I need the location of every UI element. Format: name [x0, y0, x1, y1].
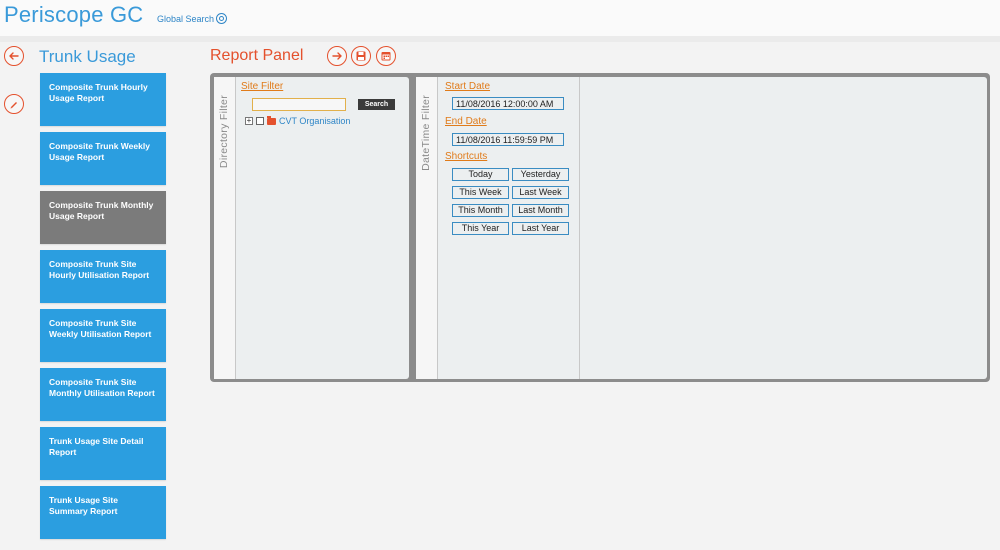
- schedule-report-button[interactable]: [376, 46, 396, 66]
- global-search-label: Global Search: [157, 13, 215, 24]
- shortcut-yesterday-button[interactable]: Yesterday: [512, 168, 569, 181]
- report-panel-title: Report Panel: [210, 47, 304, 64]
- arrow-left-icon: [9, 52, 19, 60]
- edit-button[interactable]: [4, 94, 24, 114]
- app-title: Periscope GC: [4, 2, 144, 27]
- report-list: Composite Trunk Hourly Usage Report Comp…: [40, 73, 166, 545]
- shortcut-today-button[interactable]: Today: [452, 168, 509, 181]
- pencil-icon: [10, 102, 17, 109]
- run-report-button[interactable]: [327, 46, 347, 66]
- floppy-disk-icon: [356, 51, 366, 61]
- folder-icon: [267, 115, 276, 125]
- directory-filter-tab-label: Directory Filter: [218, 95, 230, 169]
- report-tile-composite-trunk-monthly-usage[interactable]: Composite Trunk Monthly Usage Report: [40, 191, 166, 244]
- shortcut-last-month-button[interactable]: Last Month: [512, 204, 569, 217]
- report-tile-composite-trunk-hourly-usage[interactable]: Composite Trunk Hourly Usage Report: [40, 73, 166, 126]
- tree-node-label[interactable]: CVT Organisation: [279, 116, 350, 126]
- shortcut-this-month-button[interactable]: This Month: [452, 204, 509, 217]
- tree-expand-icon[interactable]: +: [245, 117, 253, 125]
- magnifier-icon: [216, 13, 228, 24]
- datetime-filter-tab-label: DateTime Filter: [420, 95, 432, 171]
- datetime-filter: DateTime Filter Start Date End Date Shor…: [416, 77, 987, 379]
- app-header: Periscope GC Global Search: [0, 0, 1000, 36]
- directory-filter: Directory Filter Site Filter Search + CV…: [214, 77, 409, 379]
- start-date-label[interactable]: Start Date: [445, 81, 490, 92]
- global-search-link[interactable]: Global Search: [157, 13, 228, 24]
- tree-node-cvt-organisation: + CVT Organisation: [245, 115, 350, 126]
- report-tile-composite-trunk-weekly-usage[interactable]: Composite Trunk Weekly Usage Report: [40, 132, 166, 185]
- arrow-right-icon: [332, 52, 342, 60]
- shortcut-this-week-button[interactable]: This Week: [452, 186, 509, 199]
- site-search-button[interactable]: Search: [358, 99, 395, 110]
- shortcut-last-year-button[interactable]: Last Year: [512, 222, 569, 235]
- calendar-icon: [381, 52, 391, 61]
- report-tile-composite-trunk-site-monthly-utilisation[interactable]: Composite Trunk Site Monthly Utilisation…: [40, 368, 166, 421]
- start-date-input[interactable]: [452, 97, 564, 110]
- shortcuts-label[interactable]: Shortcuts: [445, 151, 487, 162]
- shortcut-last-week-button[interactable]: Last Week: [512, 186, 569, 199]
- datetime-filter-tab[interactable]: DateTime Filter: [416, 77, 438, 379]
- end-date-label[interactable]: End Date: [445, 116, 487, 127]
- datetime-controls: Start Date End Date Shortcuts Today Yest…: [440, 77, 580, 379]
- tree-checkbox[interactable]: [256, 117, 264, 125]
- site-search-input[interactable]: [252, 98, 346, 111]
- back-button[interactable]: [4, 46, 24, 66]
- site-filter-label[interactable]: Site Filter: [241, 81, 283, 92]
- directory-filter-tab[interactable]: Directory Filter: [214, 77, 236, 379]
- save-report-button[interactable]: [351, 46, 371, 66]
- section-title: Trunk Usage: [39, 47, 136, 66]
- report-tile-composite-trunk-site-weekly-utilisation[interactable]: Composite Trunk Site Weekly Utilisation …: [40, 309, 166, 362]
- report-tile-composite-trunk-site-hourly-utilisation[interactable]: Composite Trunk Site Hourly Utilisation …: [40, 250, 166, 303]
- end-date-input[interactable]: [452, 133, 564, 146]
- shortcut-this-year-button[interactable]: This Year: [452, 222, 509, 235]
- header-divider: [0, 36, 1000, 42]
- report-panel: Directory Filter Site Filter Search + CV…: [210, 73, 990, 382]
- report-tile-trunk-usage-site-detail[interactable]: Trunk Usage Site Detail Report: [40, 427, 166, 480]
- report-tile-trunk-usage-site-summary[interactable]: Trunk Usage Site Summary Report: [40, 486, 166, 539]
